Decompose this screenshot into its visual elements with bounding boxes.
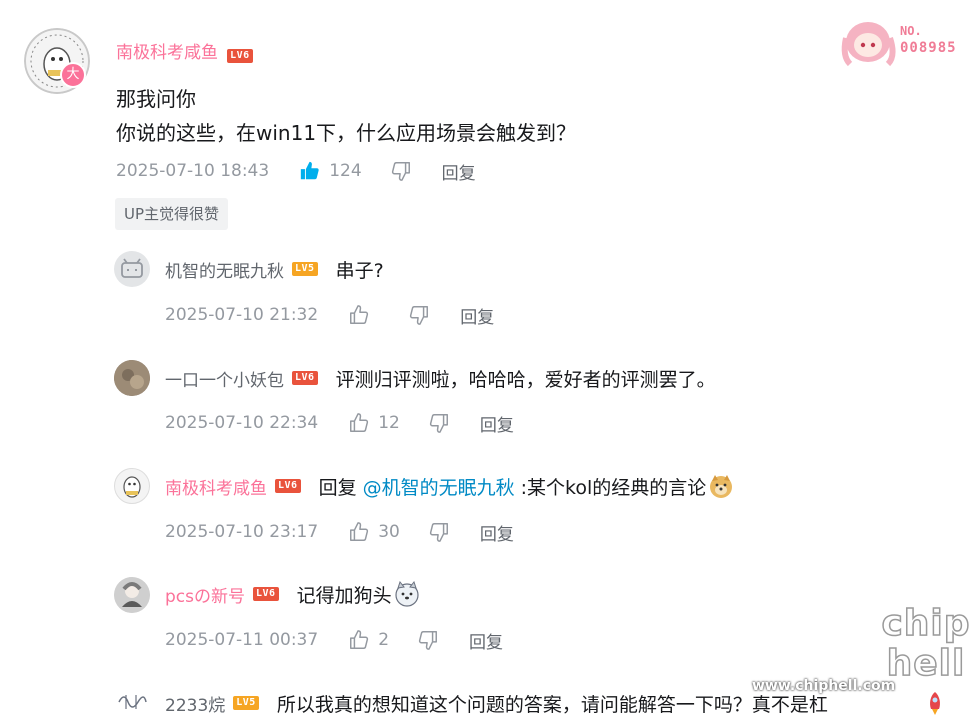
reply-button[interactable]: 回复 (480, 411, 514, 436)
rocket-emoji-icon (924, 690, 946, 716)
reply-prefix: 回复 (318, 476, 357, 499)
comment-time: 2025-07-10 18:43 (116, 161, 270, 181)
level-badge: LV5 (292, 262, 318, 276)
reply-text: :某个kol的经典的言论 (520, 476, 707, 499)
like-count: 2 (378, 630, 390, 650)
up-liked-badge: UP主觉得很赞 (115, 198, 229, 230)
username[interactable]: 南极科考咸鱼 (116, 43, 218, 63)
thumbs-down-icon[interactable] (417, 629, 439, 651)
doge-emoji-icon (710, 475, 733, 498)
username[interactable]: pcsの新号 (165, 582, 245, 607)
dog-head-emoji-icon (394, 581, 419, 607)
level-badge: LV5 (233, 696, 259, 710)
reply-text: 串子? (335, 259, 384, 282)
watermark-url: www.chiphell.com (752, 678, 896, 694)
like-count: 124 (329, 161, 362, 181)
username[interactable]: 一口一个小妖包 (165, 366, 284, 391)
mention-link[interactable]: @机智的无眠九秋 (363, 473, 515, 500)
thumbs-up-icon[interactable] (348, 304, 370, 326)
avatar[interactable] (114, 577, 150, 613)
fan-decoration[interactable]: NO. 008985 (838, 18, 968, 68)
avatar[interactable] (114, 360, 150, 396)
username[interactable]: 2233烷 (165, 691, 225, 716)
avatar[interactable] (114, 251, 150, 287)
reply-button[interactable]: 回复 (480, 520, 514, 545)
username[interactable]: 南极科考咸鱼 (165, 474, 267, 499)
decoration-number-prefix: NO. (900, 24, 922, 38)
thumbs-down-icon[interactable] (390, 160, 412, 182)
thumbs-down-icon[interactable] (428, 521, 450, 543)
level-badge: LV6 (227, 49, 253, 63)
avatar[interactable] (116, 690, 148, 714)
reply-text: 所以我真的想知道这个问题的答案，请问能解答一下吗？真不是杠 (276, 693, 828, 716)
comment-line: 那我问你 (116, 87, 196, 111)
reply-time: 2025-07-10 21:32 (165, 305, 319, 325)
anime-girl-icon (841, 22, 896, 67)
avatar-badge: 大 (60, 62, 86, 88)
thumbs-up-icon[interactable] (299, 160, 321, 182)
reply-button[interactable]: 回复 (469, 628, 503, 653)
reply-text: 评测归评测啦，哈哈哈，爱好者的评测罢了。 (335, 368, 716, 391)
decoration-number: 008985 (900, 40, 957, 56)
reply-button[interactable]: 回复 (442, 159, 476, 184)
reply-text: 记得加狗头 (296, 584, 392, 607)
thumbs-down-icon[interactable] (428, 412, 450, 434)
watermark-brand: chip hell (881, 603, 971, 685)
thumbs-up-icon[interactable] (348, 412, 370, 434)
reply-time: 2025-07-10 23:17 (165, 522, 319, 542)
thumbs-down-icon[interactable] (408, 304, 430, 326)
reply-time: 2025-07-10 22:34 (165, 413, 319, 433)
thumbs-up-icon[interactable] (348, 521, 370, 543)
level-badge: LV6 (253, 587, 279, 601)
avatar[interactable] (114, 468, 150, 504)
like-count: 12 (378, 413, 400, 433)
like-count: 30 (378, 522, 400, 542)
reply-time: 2025-07-11 00:37 (165, 630, 319, 650)
level-badge: LV6 (275, 479, 301, 493)
reply-button[interactable]: 回复 (460, 303, 494, 328)
comment-line: 你说的这些，在win11下，什么应用场景会触发到？ (116, 121, 577, 145)
level-badge: LV6 (292, 371, 318, 385)
thumbs-up-icon[interactable] (348, 629, 370, 651)
username[interactable]: 机智的无眠九秋 (165, 257, 284, 282)
